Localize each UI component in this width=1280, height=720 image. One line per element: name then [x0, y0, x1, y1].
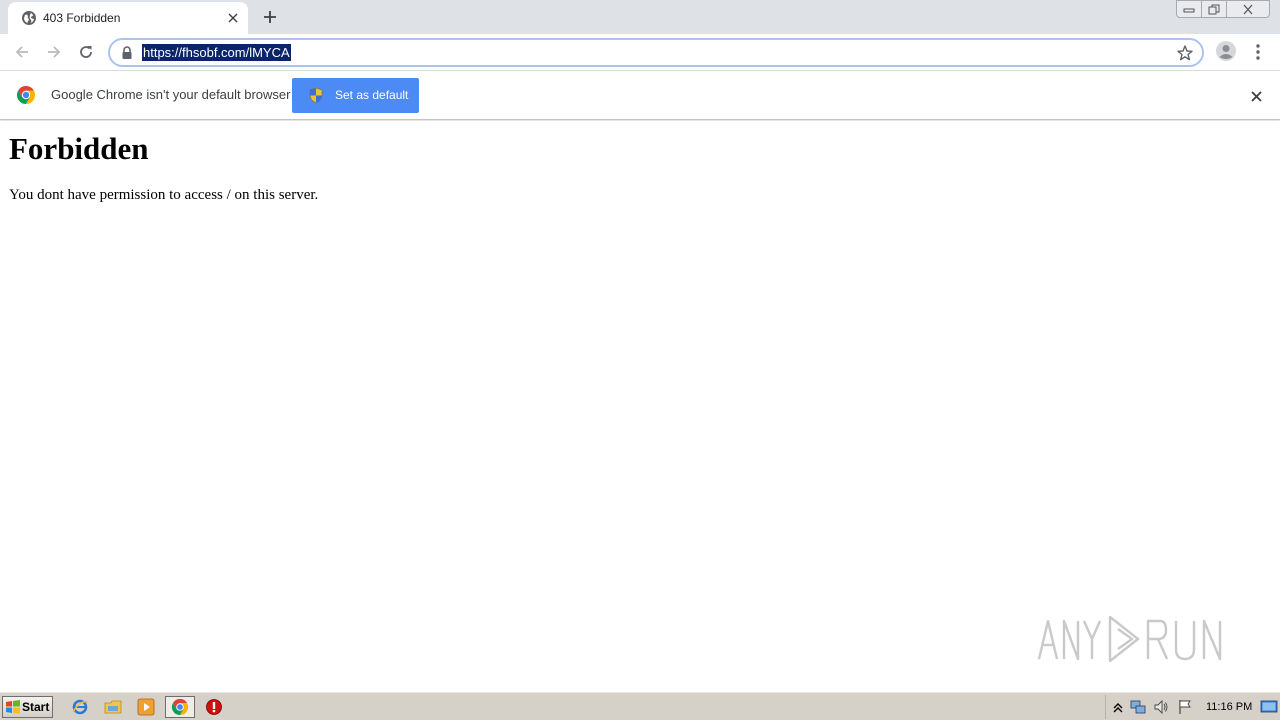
chrome-logo-icon: [16, 86, 36, 104]
show-hidden-icons-icon[interactable]: [1110, 699, 1126, 715]
lock-icon[interactable]: [121, 46, 133, 60]
tab-title: 403 Forbidden: [43, 11, 121, 25]
infobar-close-button[interactable]: [1246, 86, 1266, 106]
show-desktop-icon[interactable]: [1260, 699, 1278, 715]
explorer-icon: [104, 700, 122, 714]
action-center-flag-icon[interactable]: [1177, 699, 1193, 715]
windows-taskbar: Start 11:16 PM: [0, 692, 1280, 720]
start-button[interactable]: Start: [2, 696, 53, 718]
address-bar[interactable]: https://fhsobf.com/lMYCA: [108, 38, 1204, 67]
windows-logo-icon: [6, 700, 20, 714]
media-player-icon: [137, 698, 155, 716]
close-icon: [228, 13, 238, 23]
restore-icon: [1208, 4, 1220, 14]
plus-icon: [264, 11, 276, 23]
anyrun-watermark-logo: [1037, 615, 1222, 663]
taskbar-internet-explorer[interactable]: [69, 697, 91, 717]
default-browser-infobar: Google Chrome isn't your default browser…: [0, 71, 1280, 120]
new-tab-button[interactable]: [259, 6, 281, 28]
close-icon: [1243, 4, 1253, 14]
kebab-menu-icon[interactable]: [1250, 41, 1266, 63]
browser-toolbar: https://fhsobf.com/lMYCA: [0, 34, 1280, 71]
stop-icon: [206, 699, 222, 715]
uac-shield-icon: [309, 87, 323, 104]
page-content: Forbidden You dont have permission to ac…: [0, 121, 1280, 692]
back-button[interactable]: [10, 40, 34, 64]
page-heading: Forbidden: [9, 131, 149, 166]
minimize-icon: [1183, 8, 1195, 13]
network-icon[interactable]: [1130, 699, 1146, 715]
taskbar-stop-app[interactable]: [203, 697, 225, 717]
profile-avatar-icon[interactable]: [1215, 40, 1237, 62]
system-tray: [1105, 695, 1280, 719]
arrow-left-icon: [15, 46, 28, 58]
star-icon[interactable]: [1176, 44, 1194, 62]
minimize-button[interactable]: [1176, 0, 1202, 18]
restore-button[interactable]: [1201, 0, 1227, 18]
arrow-right-icon: [48, 46, 61, 58]
close-window-button[interactable]: [1226, 0, 1270, 18]
set-as-default-label: Set as default: [335, 88, 409, 102]
reload-icon: [80, 46, 92, 58]
globe-icon: [22, 11, 36, 25]
taskbar-chrome[interactable]: [165, 696, 195, 718]
taskbar-file-explorer[interactable]: [102, 697, 124, 717]
volume-icon[interactable]: [1153, 699, 1169, 715]
ie-icon: [72, 699, 89, 715]
tab-403-forbidden[interactable]: 403 Forbidden: [8, 2, 248, 34]
url-text[interactable]: https://fhsobf.com/lMYCA: [142, 44, 291, 61]
taskbar-clock[interactable]: 11:16 PM: [1206, 701, 1252, 713]
chrome-icon: [171, 698, 189, 716]
tab-strip: 403 Forbidden: [0, 0, 1280, 34]
tab-close-button[interactable]: [224, 9, 242, 27]
taskbar-media-player[interactable]: [135, 697, 157, 717]
forward-button[interactable]: [42, 40, 66, 64]
reload-button[interactable]: [74, 40, 98, 64]
window-controls: [1176, 0, 1270, 18]
start-label: Start: [22, 700, 50, 714]
set-as-default-button[interactable]: Set as default: [292, 78, 419, 113]
close-icon: [1250, 90, 1262, 102]
page-message: You dont have permission to access / on …: [9, 187, 319, 203]
infobar-message: Google Chrome isn't your default browser: [51, 87, 291, 102]
